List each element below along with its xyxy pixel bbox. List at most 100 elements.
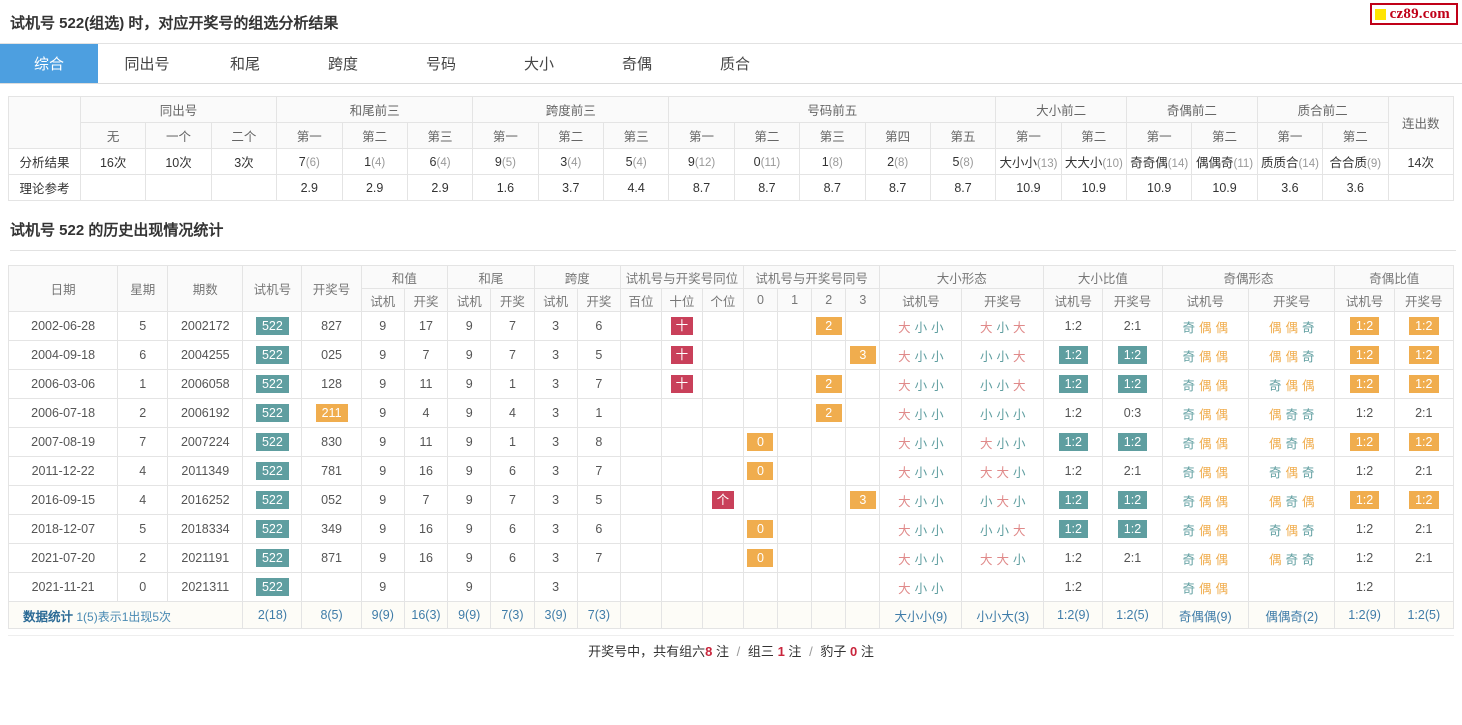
table-row[interactable]: 2011-12-22 4 2011349 522 781 9 16 9 6 3 7 0 大小小大大小 1:…	[7, 456, 1455, 486]
form-char: 奇	[1182, 465, 1196, 480]
cell-samepos-ge	[701, 514, 744, 544]
cell-size-ratio-test: 1:2	[1043, 543, 1104, 573]
cell-samenum-0: 0	[742, 456, 779, 486]
summary-cell-value: 1.6	[496, 180, 515, 195]
summary-subheader-3: 第一	[276, 122, 343, 149]
badge: 522	[255, 491, 289, 509]
cell-parity-ratio-draw: 1:2	[1393, 427, 1455, 457]
cell-size-ratio-test: 1:2	[1043, 427, 1104, 457]
form-char: 大	[1013, 378, 1026, 393]
table-row[interactable]: 2021-11-21 0 2021311 522 9 9 3 大小小 1:2 奇偶偶 1:2	[7, 572, 1455, 602]
cell-samenum-0	[742, 340, 779, 370]
stat-samepos-2	[701, 601, 744, 629]
summary-cell-value: 16次	[99, 156, 127, 170]
summary-group-4: 号码前五	[668, 96, 997, 123]
cell-week: 2	[117, 398, 169, 428]
summary-cell-value: 1	[821, 154, 829, 169]
cell-issue: 2002172	[167, 311, 244, 341]
cell-week: 1	[117, 369, 169, 399]
stat-size-ratio-draw: 1:2(5)	[1102, 601, 1163, 629]
cell-issue: 2011349	[167, 456, 244, 486]
stat-parity-form-test: 奇偶偶(9)	[1161, 601, 1250, 629]
summary-cell: 1(4)	[341, 148, 408, 175]
cell-kua-draw: 6	[576, 514, 622, 544]
history-subheader-3: 开奖	[490, 288, 535, 312]
cell-parity-form-draw: 偶奇奇	[1247, 398, 1336, 428]
section-title: 试机号 522 的历史出现情况统计	[10, 219, 1456, 251]
page-title: 试机号 522(组选) 时，对应开奖号的组选分析结果	[0, 0, 1462, 44]
table-row[interactable]: 2016-09-15 4 2016252 522 052 9 7 9 7 3 5 个 3 大小小小大小 1:…	[7, 485, 1455, 515]
table-row[interactable]: 2006-03-06 1 2006058 522 128 9 11 9 1 3 7 十 2 大小小小小大 1…	[7, 369, 1455, 399]
cell-week: 4	[117, 456, 169, 486]
table-row[interactable]: 2018-12-07 5 2018334 522 349 9 16 9 6 3 6 0 大小小小小大 1:…	[7, 514, 1455, 544]
cell-date: 2011-12-22	[7, 456, 119, 486]
tab-1[interactable]: 同出号	[98, 44, 196, 83]
cell-issue: 2016252	[167, 485, 244, 515]
cell-size-ratio-test: 1:2	[1043, 398, 1104, 428]
summary-subheader-5: 第三	[406, 122, 474, 149]
form-char: 小	[914, 407, 928, 422]
form-char: 偶	[1268, 349, 1282, 364]
cell-parity-ratio-test: 1:2	[1334, 311, 1395, 341]
cell-parity-form-draw	[1247, 572, 1336, 602]
badge: 1:2	[1409, 375, 1439, 393]
stat-size-ratio-test: 1:2(9)	[1043, 601, 1104, 629]
cell-wei-draw: 6	[490, 514, 535, 544]
tab-0[interactable]: 综合	[0, 44, 98, 83]
table-row[interactable]: 2002-06-28 5 2002172 522 827 9 17 9 7 3 6 十 2 大小小大小大 1…	[7, 311, 1455, 341]
summary-cell-count: (8)	[828, 156, 843, 169]
cell-samenum-0: 0	[742, 514, 779, 544]
tab-4[interactable]: 号码	[392, 44, 490, 83]
site-logo: cz89.com	[1369, 3, 1458, 25]
table-row[interactable]: 2004-09-18 6 2004255 522 025 9 7 9 7 3 5 十 3 大小小小小大 1:…	[7, 340, 1455, 370]
cell-samenum-2	[811, 340, 847, 370]
badge: 1:2	[1349, 317, 1380, 335]
summary-cell-count: (10)	[1102, 158, 1123, 170]
summary-cell: 奇奇偶(14)	[1125, 148, 1193, 175]
cell-week: 5	[117, 311, 169, 341]
statistics-row: 数据统计 1(5)表示1出现5次 2(18) 8(5) 9(9) 16(3) 9(9) 7(…	[7, 601, 1455, 629]
form-char: 小	[914, 523, 928, 538]
cell-size-form-test: 大小小	[879, 485, 963, 515]
cell-samenum-3	[845, 514, 881, 544]
table-row[interactable]: 2007-08-19 7 2007224 522 830 9 11 9 1 3 8 0 大小小大小小 1:…	[7, 427, 1455, 457]
summary-corner-cell	[8, 96, 81, 149]
cell-kua-test: 3	[533, 398, 578, 428]
table-row[interactable]: 2021-07-20 2 2021191 522 871 9 16 9 6 3 7 0 大小小大大小 1:…	[7, 543, 1455, 573]
cell-parity-form-test: 奇偶偶	[1161, 572, 1250, 602]
history-group-header-10: 大小形态	[879, 265, 1045, 289]
cell-kua-test: 3	[533, 572, 578, 602]
tab-2[interactable]: 和尾	[196, 44, 294, 83]
summary-cell-value: 7	[298, 154, 306, 169]
tab-7[interactable]: 质合	[686, 44, 784, 83]
cell-parity-form-draw: 偶偶奇	[1247, 311, 1336, 341]
cell-samenum-3	[845, 543, 881, 573]
summary-cell: 10.9	[1125, 174, 1193, 201]
form-char: 奇	[1285, 407, 1298, 422]
cell-test-number: 522	[242, 340, 303, 370]
form-char: 小	[931, 378, 944, 393]
form-char: 大	[979, 320, 993, 335]
summary-cell-value: 10.9	[1147, 180, 1172, 195]
cell-size-form-test: 大小小	[879, 427, 963, 457]
cell-samepos-ge	[701, 369, 744, 399]
stat-samepos-0	[620, 601, 662, 629]
cell-parity-form-draw: 偶奇奇	[1247, 543, 1336, 573]
cell-wei-draw: 1	[490, 369, 535, 399]
tab-5[interactable]: 大小	[490, 44, 588, 83]
summary-cell-value: 3.7	[562, 180, 580, 195]
form-char: 小	[931, 349, 944, 364]
cell-samenum-2	[811, 456, 847, 486]
cell-size-ratio-draw: 1:2	[1102, 340, 1163, 370]
summary-subheader-14: 第一	[995, 122, 1062, 149]
cell-test-number: 522	[242, 427, 303, 457]
table-row[interactable]: 2006-07-18 2 2006192 522 211 9 4 9 4 3 1 2 大小小小小小 1:2…	[7, 398, 1455, 428]
summary-cell: 10.9	[1060, 174, 1128, 201]
summary-cell: 10.9	[1191, 174, 1258, 201]
tab-6[interactable]: 奇偶	[588, 44, 686, 83]
cell-parity-ratio-draw: 1:2	[1393, 369, 1455, 399]
cell-samenum-2	[811, 427, 847, 457]
cell-size-form-draw: 小小大	[961, 369, 1045, 399]
summary-subheader-2: 二个	[210, 122, 278, 149]
tab-3[interactable]: 跨度	[294, 44, 392, 83]
